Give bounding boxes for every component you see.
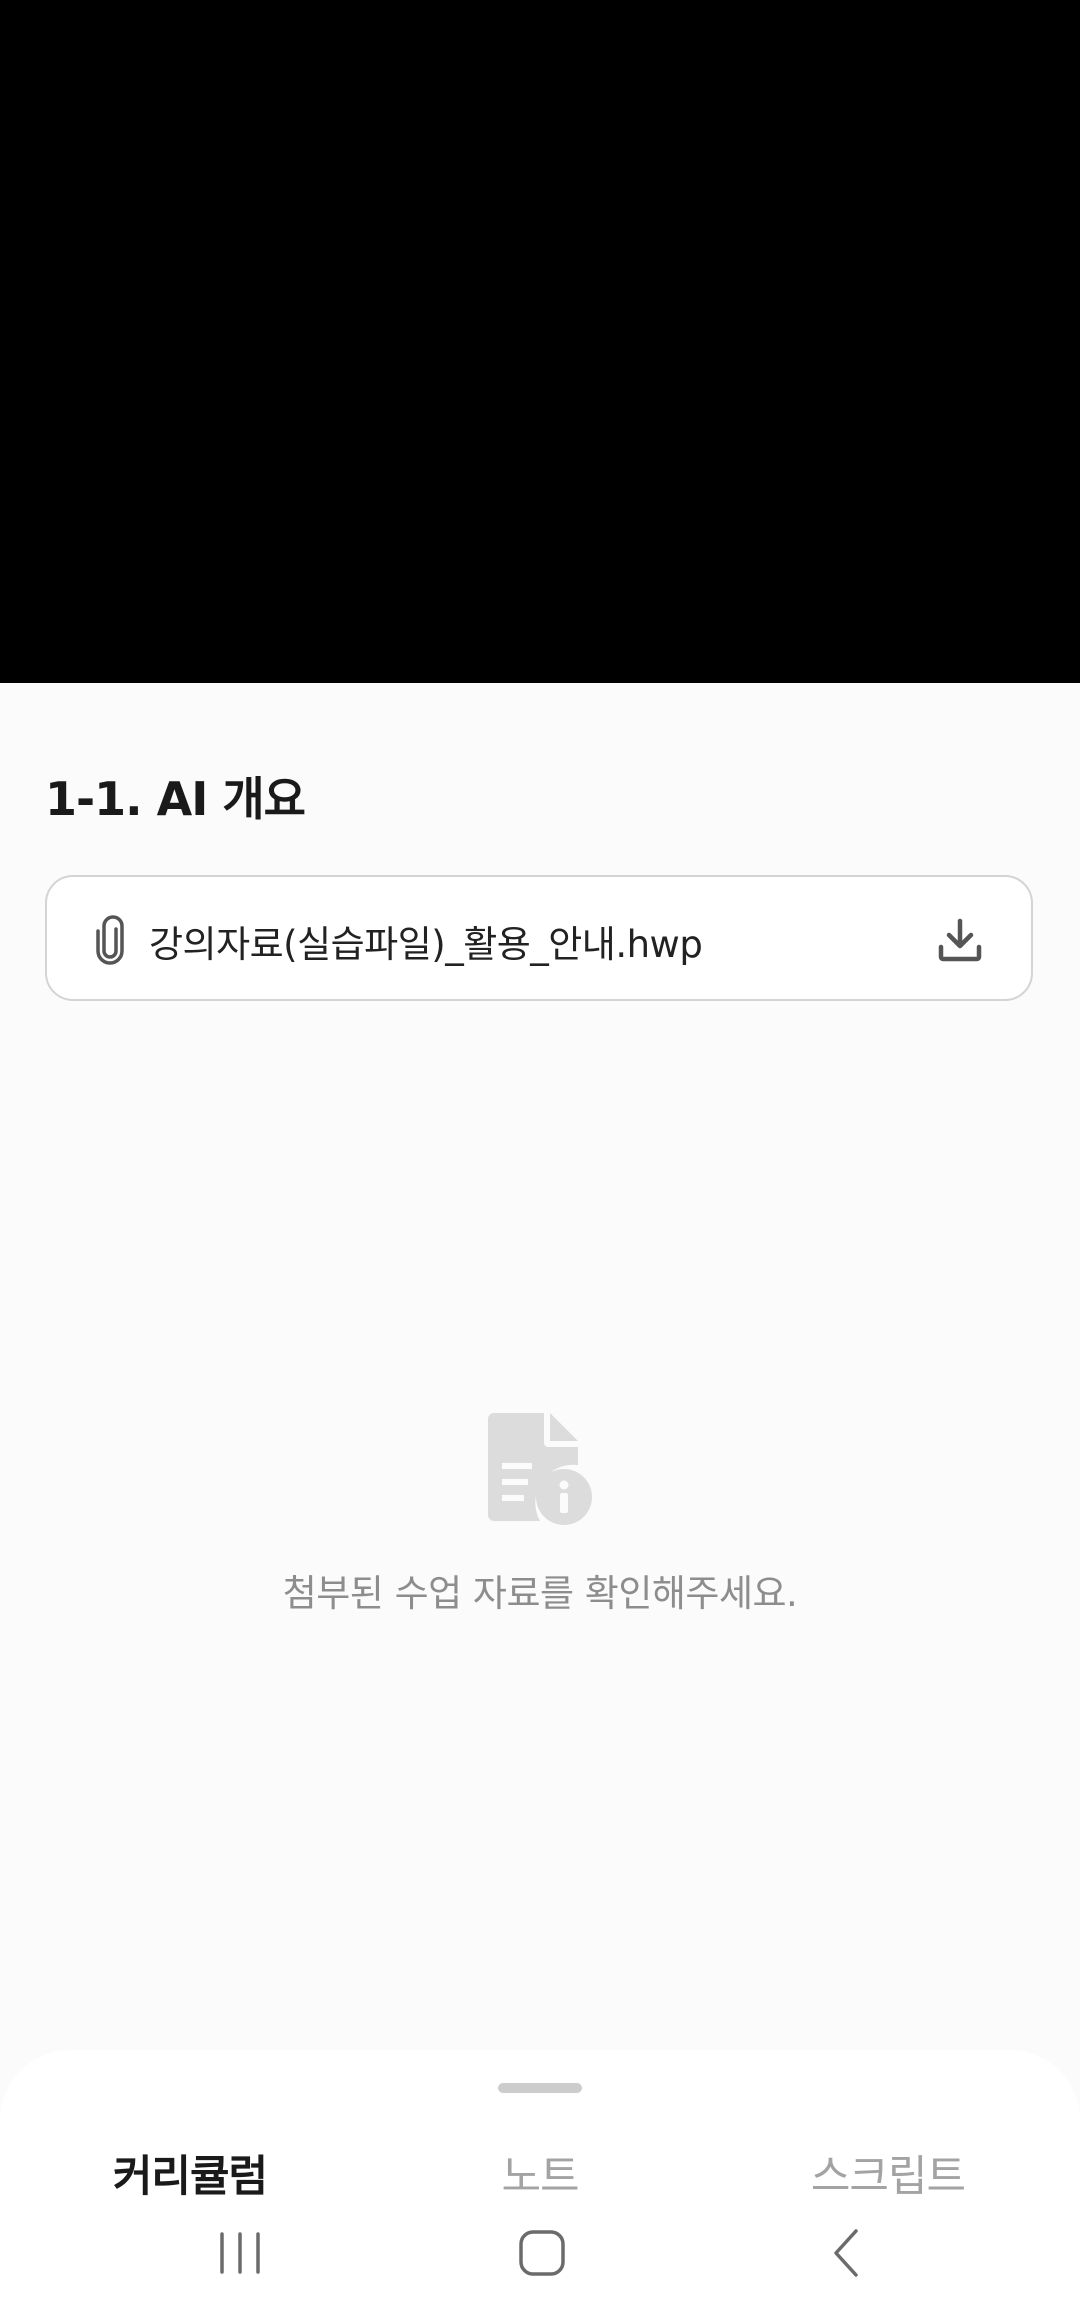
download-icon[interactable] [935,915,985,965]
recents-icon[interactable] [210,2226,270,2280]
attachment-file-item[interactable]: 강의자료(실습파일)_활용_안내.hwp [45,875,1033,1001]
tab-script[interactable]: 스크립트 [738,2142,1038,2204]
paperclip-icon [96,915,124,965]
lecture-content: 1-1. AI 개요 강의자료(실습파일)_활용_안내.hwp 첨부된 수업 자… [0,683,1080,2050]
video-player[interactable] [0,0,1080,683]
home-icon[interactable] [512,2226,572,2280]
lecture-title: 1-1. AI 개요 [45,772,306,826]
tab-note[interactable]: 노트 [390,2142,690,2204]
back-icon[interactable] [816,2226,876,2280]
tab-curriculum[interactable]: 커리큘럼 [40,2142,340,2204]
empty-state-message: 첨부된 수업 자료를 확인해주세요. [282,1572,798,1615]
sheet-drag-handle[interactable] [498,2083,582,2093]
attachment-file-name: 강의자료(실습파일)_활용_안내.hwp [149,923,703,966]
document-info-icon [488,1413,592,1525]
